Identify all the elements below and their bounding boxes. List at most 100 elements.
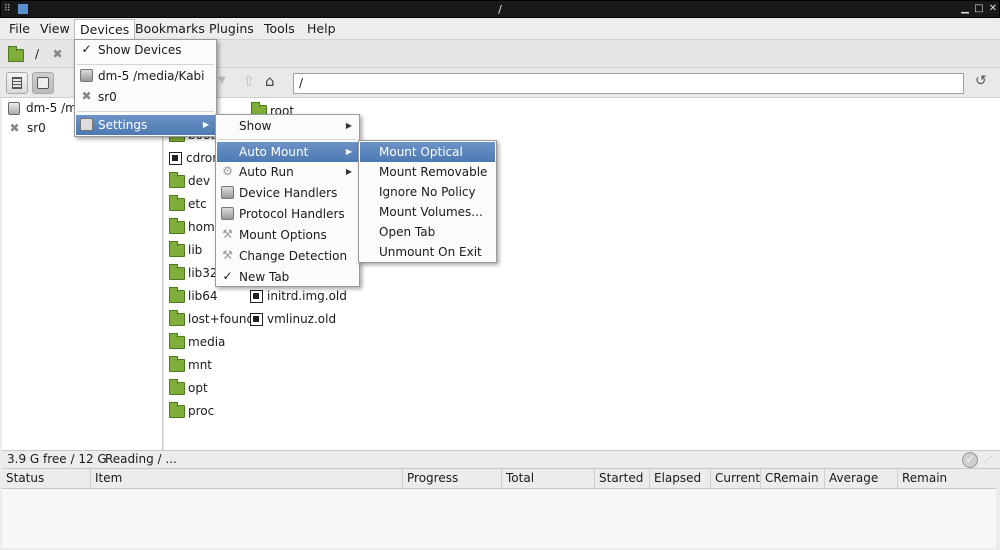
file-item[interactable]: media xyxy=(169,332,225,352)
up-icon[interactable]: ⇧ xyxy=(243,74,255,90)
folder-icon xyxy=(169,240,185,257)
menu-help[interactable]: Help xyxy=(307,21,336,36)
refresh-icon[interactable]: ↺ xyxy=(975,73,987,89)
file-item[interactable]: lost+found xyxy=(169,309,254,329)
column-cremain[interactable]: CRemain xyxy=(761,469,825,489)
check-icon[interactable]: ✓ xyxy=(962,452,978,468)
devices-view-button[interactable] xyxy=(32,72,54,94)
file-item[interactable]: lib64 xyxy=(169,286,218,306)
file-item[interactable]: etc xyxy=(169,194,207,214)
menu-devices[interactable]: Devices xyxy=(74,19,136,39)
menu-item-show[interactable]: Show ▶ xyxy=(217,116,358,136)
menu-item-new-tab[interactable]: ✓ New Tab xyxy=(217,267,358,287)
column-item[interactable]: Item xyxy=(91,469,403,489)
file-name: opt xyxy=(188,381,208,395)
maximize-icon[interactable]: □ xyxy=(973,3,985,15)
column-average[interactable]: Average xyxy=(825,469,898,489)
reading-text: Reading / ... xyxy=(105,452,177,466)
file-name: mnt xyxy=(188,358,212,372)
menu-item-label: Protocol Handlers xyxy=(239,207,345,221)
column-status[interactable]: Status xyxy=(2,469,91,489)
tab-close-icon[interactable]: ✖ xyxy=(51,47,64,61)
drive-icon xyxy=(8,101,20,115)
column-remain[interactable]: Remain xyxy=(898,469,996,489)
home-icon[interactable]: ⌂ xyxy=(265,72,275,90)
device-item[interactable]: dm-5 /m xyxy=(8,98,77,118)
folder-icon xyxy=(169,332,185,349)
device-item[interactable]: ✖ sr0 xyxy=(8,118,45,138)
submenu-arrow-icon: ▶ xyxy=(345,147,352,156)
column-elapsed[interactable]: Elapsed xyxy=(650,469,711,489)
task-list-header: Status Item Progress Total Started Elaps… xyxy=(2,469,996,489)
check-icon: ✓ xyxy=(222,269,233,283)
menu-plugins[interactable]: Plugins xyxy=(209,21,254,36)
file-item[interactable]: lib xyxy=(169,240,202,260)
file-item[interactable]: proc xyxy=(169,401,214,421)
file-name: etc xyxy=(188,197,207,211)
menu-item-label: New Tab xyxy=(239,270,290,284)
file-item[interactable]: lib32 xyxy=(169,263,218,283)
folder-icon xyxy=(169,401,185,418)
file-item[interactable]: opt xyxy=(169,378,208,398)
symlink-icon xyxy=(169,151,182,165)
column-progress[interactable]: Progress xyxy=(403,469,502,489)
column-started[interactable]: Started xyxy=(595,469,650,489)
menu-item-mount-removable[interactable]: Mount Removable xyxy=(360,162,495,182)
optical-x-icon: ✖ xyxy=(9,121,20,135)
menu-item-device[interactable]: ✖ sr0 xyxy=(76,87,215,107)
menu-file[interactable]: File xyxy=(9,21,30,36)
drive-icon xyxy=(80,69,93,82)
column-total[interactable]: Total xyxy=(502,469,595,489)
menu-item-protocol-handlers[interactable]: Protocol Handlers xyxy=(217,204,358,224)
menu-item-open-tab[interactable]: Open Tab xyxy=(360,222,495,242)
file-name: dev xyxy=(188,174,211,188)
menu-bar: File View Devices Bookmarks Plugins Tool… xyxy=(0,18,1000,40)
menu-item-mount-volumes[interactable]: Mount Volumes... xyxy=(360,202,495,222)
window-title: / xyxy=(498,3,502,16)
task-list[interactable] xyxy=(2,489,996,548)
file-item[interactable]: vmlinuz.old xyxy=(250,309,336,329)
folder-icon xyxy=(169,309,185,326)
free-space-text: 3.9 G free / 12 G xyxy=(7,452,107,466)
menu-item-auto-run[interactable]: ⚙ Auto Run ▶ xyxy=(217,162,358,182)
menu-item-show-devices[interactable]: ✓ Show Devices xyxy=(76,40,215,60)
resize-grip-icon[interactable]: ⋰ xyxy=(984,455,992,464)
menu-item-device-handlers[interactable]: Device Handlers xyxy=(217,183,358,203)
file-name: proc xyxy=(188,404,215,418)
column-current[interactable]: Current xyxy=(711,469,761,489)
submenu-arrow-icon: ▶ xyxy=(345,121,352,130)
menu-item-auto-mount[interactable]: Auto Mount ▶ xyxy=(217,142,358,162)
menu-item-mount-optical[interactable]: Mount Optical xyxy=(360,142,495,162)
menu-item-label: Show xyxy=(239,119,272,133)
menu-item-settings[interactable]: Settings ▶ xyxy=(76,115,215,135)
handler-icon xyxy=(221,186,234,199)
folder-icon xyxy=(169,263,185,280)
minimize-icon[interactable]: ▁ xyxy=(959,3,971,15)
menu-tools[interactable]: Tools xyxy=(264,21,295,36)
menu-item-label: sr0 xyxy=(98,90,117,104)
menu-item-label: Change Detection xyxy=(239,249,348,263)
check-icon: ✓ xyxy=(81,42,92,56)
title-bar: ⠿ / ▁ □ ✕ xyxy=(0,0,1000,18)
device-label: dm-5 /m xyxy=(26,101,77,115)
file-item[interactable]: mnt xyxy=(169,355,212,375)
menu-item-label: Ignore No Policy xyxy=(379,185,476,199)
menu-item-mount-options[interactable]: ⚒ Mount Options xyxy=(217,225,358,245)
back-icon[interactable]: ▼ xyxy=(218,75,226,86)
tree-view-button[interactable] xyxy=(6,72,28,94)
file-item[interactable]: dev xyxy=(169,171,210,191)
menu-item-label: Open Tab xyxy=(379,225,436,239)
tools-icon: ⚒ xyxy=(222,227,233,241)
tab-root[interactable]: / ✖ xyxy=(8,44,70,64)
close-icon[interactable]: ✕ xyxy=(987,3,999,15)
menu-item-change-detection[interactable]: ⚒ Change Detection xyxy=(217,246,358,266)
path-input[interactable]: / xyxy=(293,73,964,94)
menu-item-ignore-no-policy[interactable]: Ignore No Policy xyxy=(360,182,495,202)
file-item[interactable]: initrd.img.old xyxy=(250,286,347,306)
menu-bookmarks[interactable]: Bookmarks xyxy=(135,21,205,36)
menu-item-label: Settings xyxy=(98,118,148,132)
menu-view[interactable]: View xyxy=(40,21,70,36)
status-bar: 3.9 G free / 12 G Reading / ... ✓ ⋰ xyxy=(2,450,1000,469)
menu-item-device[interactable]: dm-5 /media/Kabi xyxy=(76,66,215,86)
menu-item-unmount-on-exit[interactable]: Unmount On Exit xyxy=(360,242,495,262)
